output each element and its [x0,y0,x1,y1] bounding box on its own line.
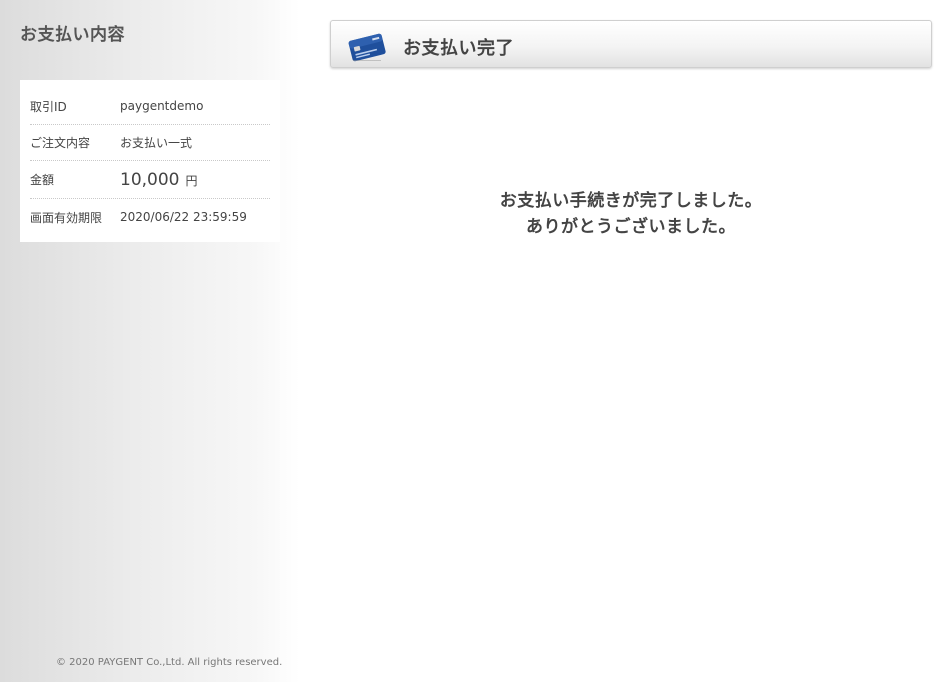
summary-row-expiry: 画面有効期限 2020/06/22 23:59:59 [30,199,270,235]
summary-row-amount: 金額 10,000 円 [30,161,270,199]
page-header: お支払い完了 [330,20,932,68]
expiry-label: 画面有効期限 [30,210,103,225]
sidebar-title: お支払い内容 [20,25,125,45]
order-summary-sidebar: お支払い内容 取引ID paygentdemo ご注文内容 お支払い一式 金額 … [0,0,300,682]
completion-message-line-1: お支払い手続きが完了しました。 [499,191,763,211]
order-summary-panel: 取引ID paygentdemo ご注文内容 お支払い一式 金額 10,000 円… [20,80,280,242]
amount-value: 10,000 [120,169,180,190]
completion-message: お支払い手続きが完了しました。 ありがとうございました。 [330,188,932,240]
completion-message-line-2: ありがとうございました。 [526,217,736,237]
amount-value-wrap: 10,000 円 [120,170,270,190]
amount-label: 金額 [30,173,55,187]
order-content-label: ご注文内容 [30,136,91,150]
copyright-footer: © 2020 PAYGENT Co.,Ltd. All rights reser… [56,657,283,668]
page-title: お支払い完了 [403,38,514,59]
amount-unit: 円 [185,173,198,188]
summary-row-order-content: ご注文内容 お支払い一式 [30,125,270,161]
expiry-value: 2020/06/22 23:59:59 [120,210,247,224]
transaction-id-value: paygentdemo [120,99,204,113]
order-content-value: お支払い一式 [120,136,193,150]
credit-card-icon [347,32,387,62]
transaction-id-label: 取引ID [30,99,67,114]
payment-complete-page: お支払い内容 取引ID paygentdemo ご注文内容 お支払い一式 金額 … [0,0,939,682]
summary-row-transaction-id: 取引ID paygentdemo [30,88,270,125]
